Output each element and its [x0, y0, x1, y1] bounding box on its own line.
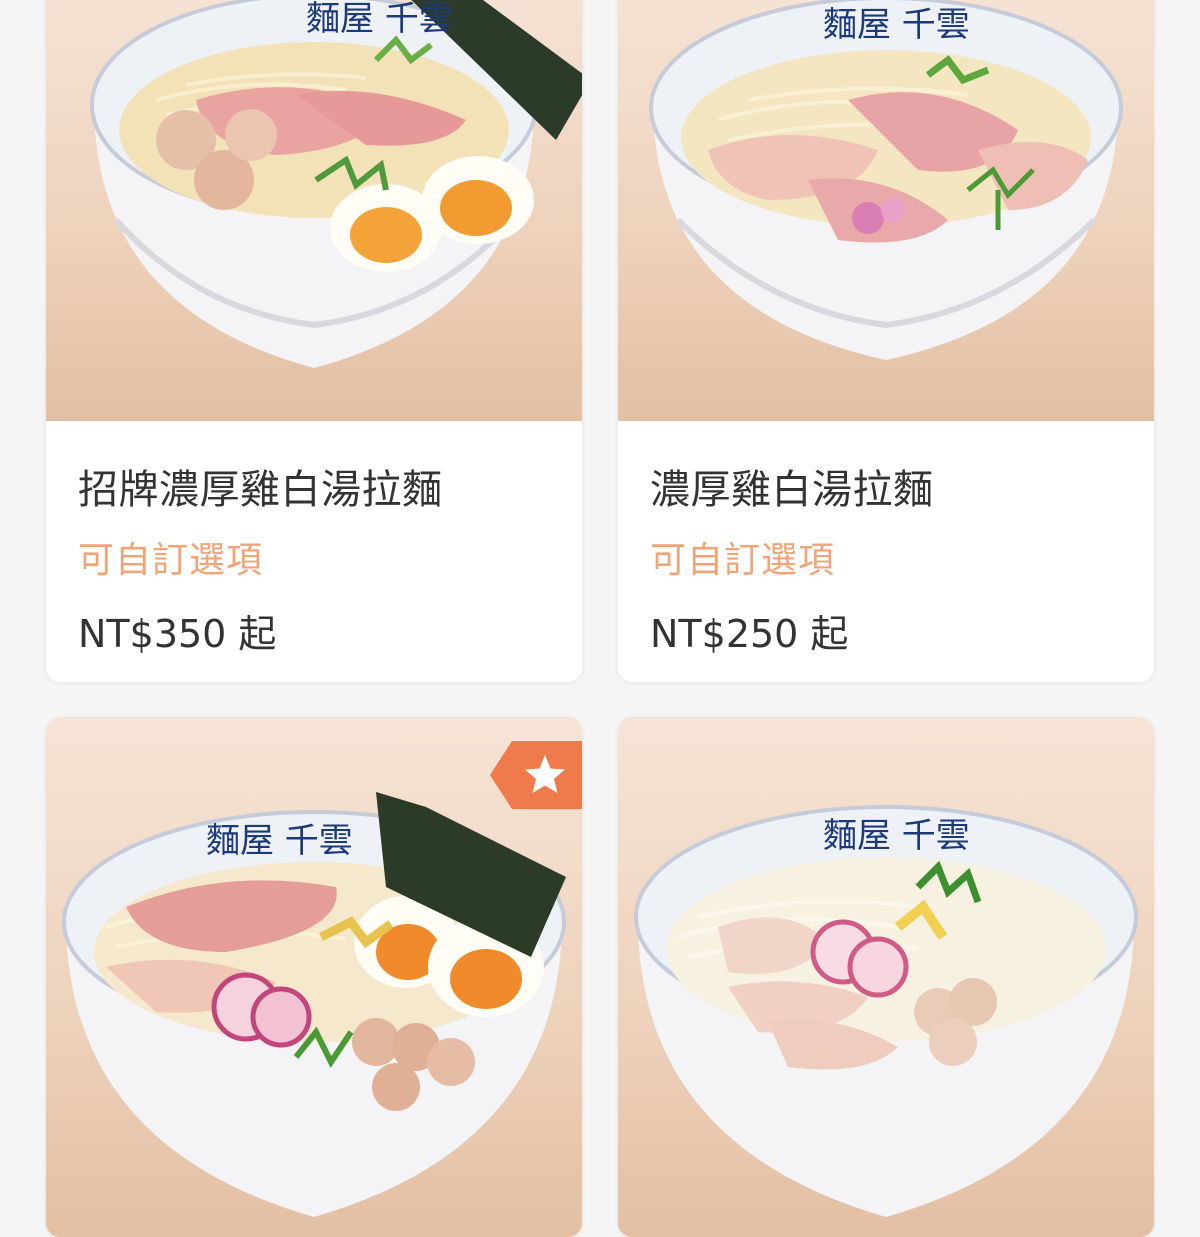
menu-item-card[interactable]: 麵屋 千雲 [618, 717, 1154, 1237]
featured-badge [490, 741, 582, 809]
menu-item-title: 招牌濃厚雞白湯拉麵 [78, 467, 443, 513]
customizable-label: 可自訂選項 [650, 540, 836, 581]
bowl-brand: 麵屋 千雲 [206, 821, 353, 861]
bowl-brand: 麵屋 千雲 [306, 0, 453, 39]
bowl-brand: 麵屋 千雲 [823, 816, 970, 856]
bowl-brand: 麵屋 千雲 [823, 5, 970, 45]
menu-item-info: 招牌濃厚雞白湯拉麵 可自訂選項 NT$350 起 [46, 421, 582, 682]
menu-item-price: NT$350 起 [78, 612, 277, 656]
customizable-label: 可自訂選項 [78, 540, 264, 581]
menu-item-card[interactable]: 麵屋 千雲 濃厚雞白湯拉麵 可自訂選項 NT$250 起 [618, 0, 1154, 682]
ramen-photo: 麵屋 千雲 [46, 717, 582, 1237]
menu-item-card[interactable]: 麵屋 千雲 招牌濃厚雞白湯拉麵 可自訂選項 NT$350 起 [46, 0, 582, 682]
ramen-photo: 麵屋 千雲 [618, 0, 1154, 421]
ramen-photo: 麵屋 千雲 [618, 717, 1154, 1237]
menu-item-info: 濃厚雞白湯拉麵 可自訂選項 NT$250 起 [618, 421, 1154, 682]
menu-item-card[interactable]: 麵屋 千雲 [46, 717, 582, 1237]
menu-item-title: 濃厚雞白湯拉麵 [650, 467, 934, 513]
ramen-photo: 麵屋 千雲 [46, 0, 582, 421]
menu-item-price: NT$250 起 [650, 612, 849, 656]
